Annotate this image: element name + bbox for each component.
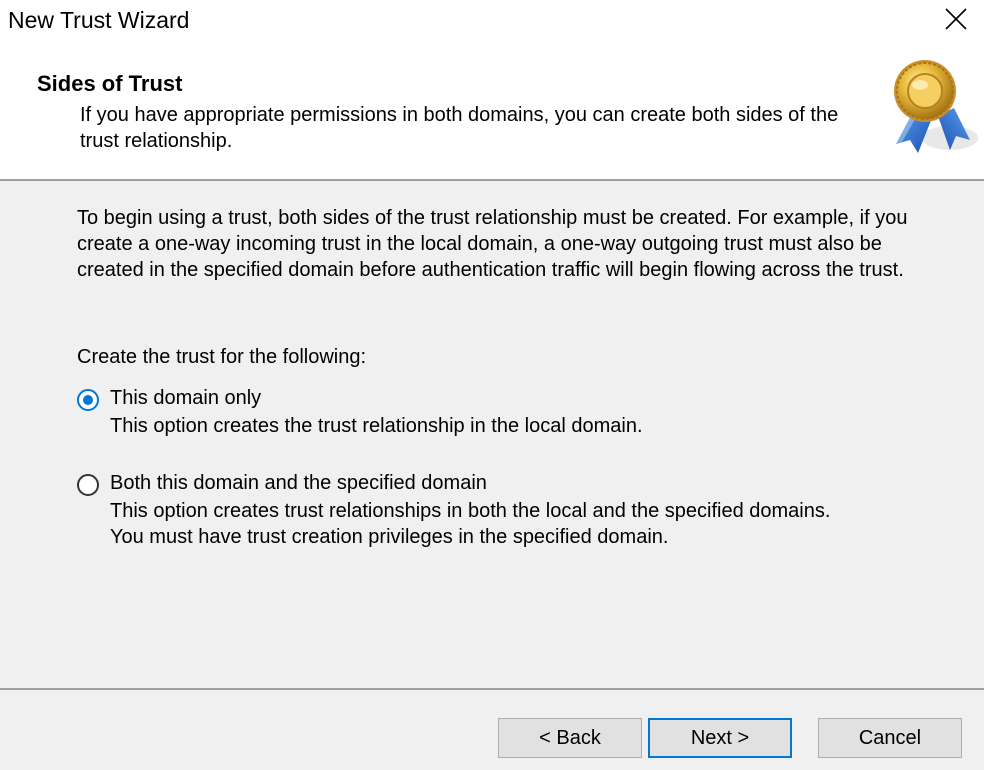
footer-divider — [0, 688, 984, 690]
page-title: Sides of Trust — [37, 71, 183, 96]
option-label[interactable]: This domain only — [110, 387, 261, 410]
back-button[interactable]: < Back — [498, 718, 642, 758]
close-button[interactable] — [928, 0, 984, 40]
options-prompt: Create the trust for the following: — [77, 346, 367, 368]
option-description-line: This option creates trust relationships … — [110, 500, 831, 522]
option-description-line: You must have trust creation privileges … — [110, 526, 669, 548]
radio-this-domain-only[interactable] — [77, 389, 99, 411]
window-title: New Trust Wizard — [8, 7, 190, 33]
page-description: If you have appropriate permissions in b… — [80, 104, 839, 152]
option-label[interactable]: Both this domain and the specified domai… — [110, 472, 487, 495]
title-bar: New Trust Wizard — [0, 0, 984, 40]
option-description-line: This option creates the trust relationsh… — [110, 415, 643, 437]
header-divider — [0, 179, 984, 181]
award-ribbon-icon — [888, 58, 980, 167]
intro-text: To begin using a trust, both sides of th… — [77, 207, 908, 281]
radio-both-domains[interactable] — [77, 474, 99, 496]
option-description: This option creates the trust relationsh… — [110, 413, 643, 439]
cancel-button[interactable]: Cancel — [818, 718, 962, 758]
wizard-header: Sides of Trust If you have appropriate p… — [0, 40, 984, 179]
wizard-window: New Trust Wizard Sides of Trust If you h… — [0, 0, 984, 770]
option-description: This option creates trust relationships … — [110, 498, 830, 550]
next-button[interactable]: Next > — [648, 718, 792, 758]
close-icon — [945, 8, 967, 30]
